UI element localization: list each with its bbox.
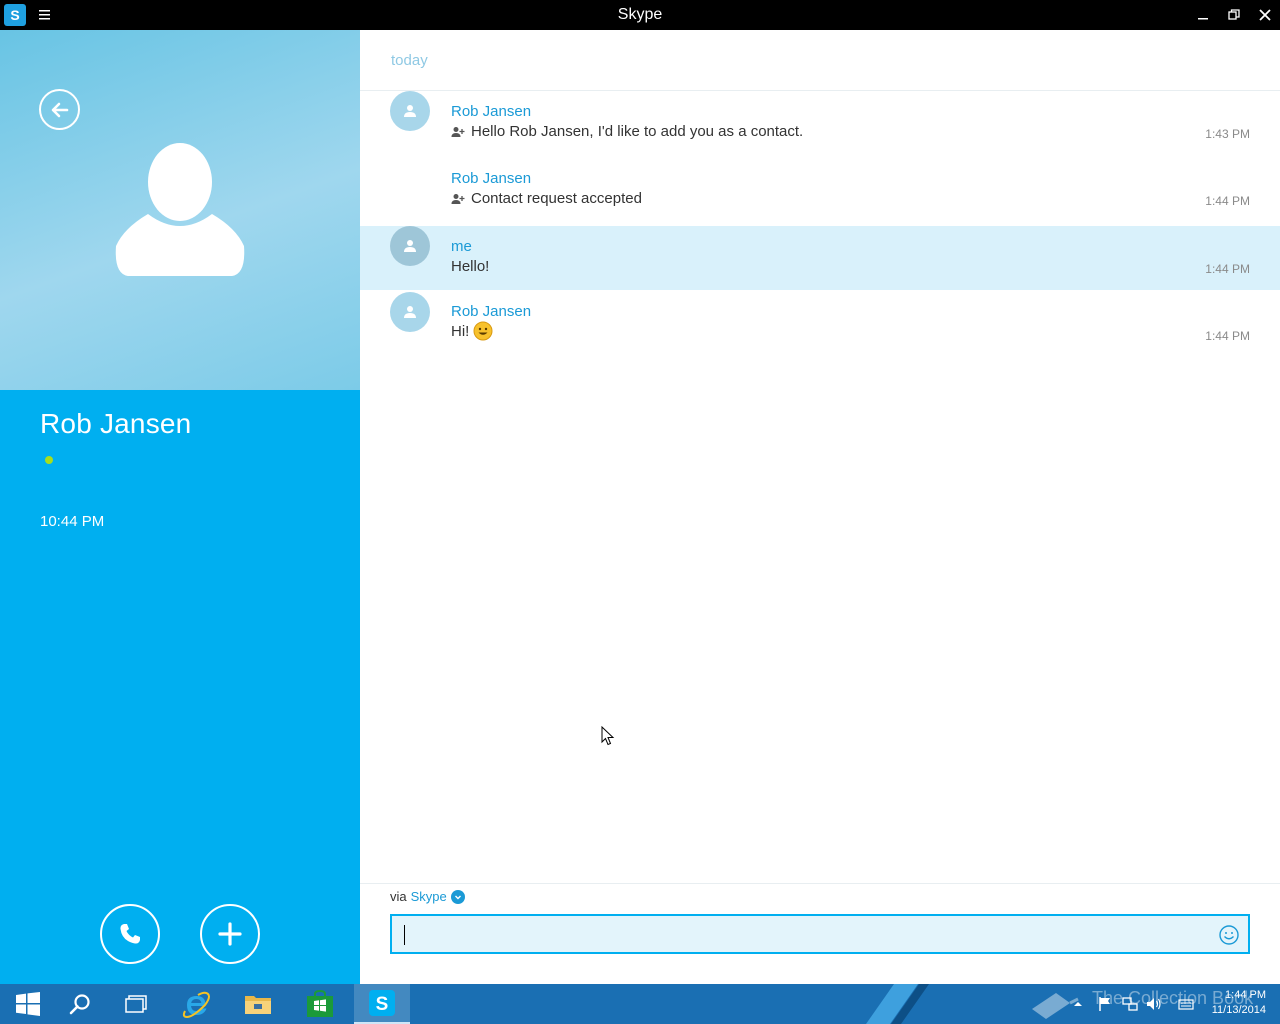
flag-icon xyxy=(1099,997,1110,1011)
message-time: 1:44 PM xyxy=(1205,262,1250,276)
message-text-row: Hi! xyxy=(451,321,493,341)
task-view-button[interactable] xyxy=(108,984,164,1024)
back-button[interactable] xyxy=(39,89,80,130)
person-icon xyxy=(404,306,416,318)
sender-avatar xyxy=(390,292,430,332)
message-sender[interactable]: me xyxy=(451,238,472,255)
svg-text:S: S xyxy=(376,994,389,1015)
send-via-selector[interactable]: via Skype xyxy=(390,889,465,904)
window-title: Skype xyxy=(617,6,663,23)
message-text: Contact request accepted xyxy=(471,190,642,207)
message-text-row: Hello Rob Jansen, I'd like to add you as… xyxy=(451,123,803,140)
day-separator: today xyxy=(391,52,428,69)
contact-profile-picture xyxy=(0,30,360,390)
minimize-button[interactable] xyxy=(1188,0,1218,30)
contact-request-icon xyxy=(451,193,465,204)
message-time: 1:44 PM xyxy=(1205,194,1250,208)
divider xyxy=(360,883,1280,884)
show-hidden-icons-button[interactable] xyxy=(1072,992,1084,1016)
skype-taskbar-button[interactable]: S xyxy=(354,984,410,1024)
skype-icon: S xyxy=(369,990,395,1016)
contact-name: Rob Jansen xyxy=(40,408,192,439)
message-item[interactable]: Rob Jansen Hello Rob Jansen, I'd like to… xyxy=(360,91,1280,157)
message-text: Hi! xyxy=(451,322,470,340)
volume-button[interactable] xyxy=(1146,992,1162,1016)
smile-emoticon-icon[interactable] xyxy=(473,321,493,341)
clock-date: 11/13/2014 xyxy=(1211,1004,1266,1016)
contact-local-time: 10:44 PM xyxy=(40,513,105,530)
person-icon xyxy=(404,105,416,117)
mouse-cursor-icon xyxy=(601,726,615,746)
title-bar: S Skype xyxy=(0,0,1280,30)
message-sender[interactable]: Rob Jansen xyxy=(451,103,531,120)
message-time: 1:44 PM xyxy=(1205,329,1250,343)
message-input[interactable] xyxy=(402,922,1202,946)
network-button[interactable] xyxy=(1122,992,1138,1016)
emoticon-picker-icon[interactable] xyxy=(1218,924,1240,946)
clock-time: 1:44 PM xyxy=(1225,989,1266,1001)
message-sender[interactable]: Rob Jansen xyxy=(451,303,531,320)
contact-request-icon xyxy=(451,126,465,137)
conversation-pane: today Rob Jansen Hello Rob Jansen, I'd l… xyxy=(360,30,1280,984)
close-button[interactable] xyxy=(1250,0,1280,30)
plus-icon xyxy=(218,922,242,946)
store-button[interactable] xyxy=(292,984,348,1024)
message-sender[interactable]: Rob Jansen xyxy=(451,170,531,187)
message-text-row: Contact request accepted xyxy=(451,190,642,207)
message-item[interactable]: Rob Jansen Contact request accepted 1:44… xyxy=(360,160,1280,222)
start-button[interactable] xyxy=(0,984,56,1024)
restore-button[interactable] xyxy=(1219,0,1249,30)
folder-icon xyxy=(245,996,271,1014)
presence-indicator xyxy=(45,456,53,464)
default-avatar-icon xyxy=(115,143,245,276)
network-icon xyxy=(1122,997,1138,1011)
sender-avatar xyxy=(390,91,430,131)
chevron-up-icon xyxy=(1074,1002,1082,1006)
internet-explorer-button[interactable] xyxy=(168,984,224,1024)
action-center-flag-button[interactable] xyxy=(1098,992,1112,1016)
search-icon xyxy=(69,994,90,1015)
person-icon xyxy=(404,240,416,252)
file-explorer-button[interactable] xyxy=(230,984,286,1024)
internet-explorer-icon xyxy=(182,991,210,1019)
task-view-icon xyxy=(125,995,147,1013)
keyboard-button[interactable] xyxy=(1178,992,1194,1016)
contact-panel: Rob Jansen 10:44 PM xyxy=(0,30,360,984)
arrow-left-icon xyxy=(51,102,68,117)
message-compose-box[interactable] xyxy=(390,914,1250,954)
add-button[interactable] xyxy=(200,904,260,964)
message-text: Hello! xyxy=(451,258,490,275)
call-button[interactable] xyxy=(100,904,160,964)
search-button[interactable] xyxy=(52,984,108,1024)
message-text: Hello Rob Jansen, I'd like to add you as… xyxy=(471,123,804,140)
keyboard-icon xyxy=(1178,999,1194,1010)
message-time: 1:43 PM xyxy=(1205,127,1250,141)
via-label: via xyxy=(390,889,407,904)
text-caret xyxy=(404,925,405,945)
speaker-icon xyxy=(1147,998,1161,1010)
sender-avatar xyxy=(390,226,430,266)
message-item[interactable]: Rob Jansen Hi! 1:44 PM xyxy=(360,292,1280,356)
taskbar-clock[interactable]: 1:44 PM 11/13/2014 xyxy=(1212,988,1266,1018)
chevron-down-icon[interactable] xyxy=(450,889,465,904)
phone-icon xyxy=(120,924,140,944)
windows-logo-icon xyxy=(16,992,40,1016)
taskbar: S The Collection Book 1:44 PM 11/13/2014 xyxy=(0,984,1280,1024)
message-item-selected[interactable]: me Hello! 1:44 PM xyxy=(360,226,1280,290)
via-service[interactable]: Skype xyxy=(411,889,447,904)
store-icon xyxy=(307,990,333,1017)
